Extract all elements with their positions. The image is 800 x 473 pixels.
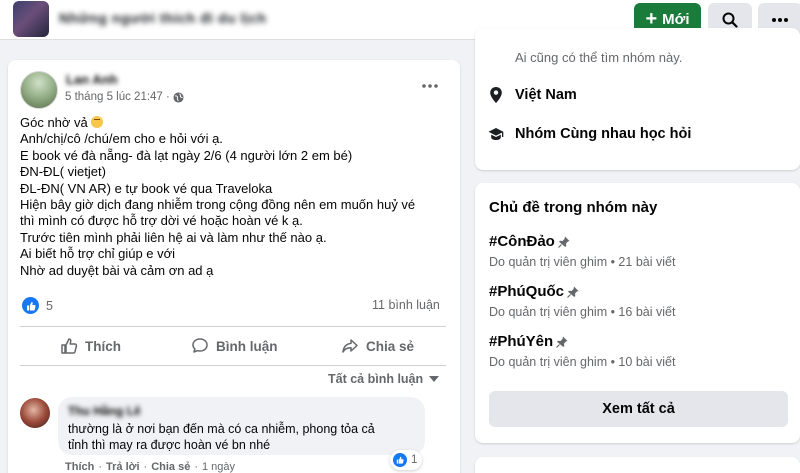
like-reaction-icon (393, 453, 407, 467)
graduation-cap-icon (488, 128, 504, 140)
post-line: Nhờ ad duyệt bài và cảm ơn ad ạ (20, 262, 214, 278)
group-topics-card: Chủ đề trong nhóm này #CônĐảo Do quản tr… (475, 183, 800, 443)
topic-meta: Do quản trị viên ghim • 21 bài viết (489, 255, 676, 269)
post-line: Anh/chị/cô /chú/em cho e hỏi với ạ. (20, 131, 223, 147)
reaction-summary[interactable]: 5 (22, 297, 53, 314)
topic-meta: Do quản trị viên ghim • 16 bài viết (489, 305, 676, 319)
pin-icon (557, 236, 570, 248)
topic-tag[interactable]: #PhúYên (489, 333, 675, 350)
post-line: Hiện bây giờ dịch đang nhiễm trong cộng … (20, 197, 416, 213)
comment-bubble: Thu Hằng Lê thường là ở nơi bạn đến mà c… (58, 397, 425, 455)
category-text: Nhóm Cùng nhau học hỏi (515, 126, 692, 142)
pin-icon (567, 286, 579, 298)
thumbs-up-icon (61, 338, 78, 354)
group-name[interactable]: Những người thích đi du lịch (59, 10, 267, 26)
topic-tag-label: #PhúQuốc (489, 283, 565, 300)
comment-age[interactable]: 1 ngày (202, 461, 235, 473)
divider (20, 365, 446, 366)
post-timestamp[interactable]: 5 tháng 5 lúc 21:47 · (65, 91, 184, 103)
share-arrow-icon (342, 339, 358, 353)
plus-icon: + (645, 7, 658, 30)
post-line: Góc nhờ vả (20, 115, 452, 131)
topic-tag[interactable]: #CônĐảo (489, 233, 675, 250)
comment-reaction-summary[interactable]: 1 (390, 450, 423, 470)
share-button-label: Chia sẻ (366, 338, 415, 354)
share-button[interactable]: Chia sẻ (341, 335, 414, 357)
pleading-face-emoji (91, 116, 104, 128)
comment-share-link[interactable]: Chia sẻ (151, 461, 190, 473)
like-button-label: Thích (85, 338, 121, 354)
like-reaction-icon (22, 297, 39, 314)
location-text: Việt Nam (515, 87, 577, 103)
post-body: Góc nhờ vả Anh/chị/cô /chú/em cho e hỏi … (20, 115, 452, 279)
commenter-name[interactable]: Thu Hằng Lê (68, 404, 415, 418)
reaction-count: 5 (46, 298, 53, 313)
topics-heading: Chủ đề trong nhóm này (489, 199, 658, 216)
commenter-avatar[interactable] (20, 398, 50, 428)
globe-icon (173, 91, 184, 103)
comment-button[interactable]: Bình luận (191, 335, 278, 357)
author-avatar[interactable] (20, 71, 58, 109)
comment-count-link[interactable]: 11 bình luận (372, 298, 440, 312)
comment-sort-label: Tất cả bình luận (328, 372, 424, 386)
divider (20, 326, 446, 327)
comment-like-count: 1 (411, 454, 418, 466)
post-line: ĐN-ĐL( vietjet) (20, 164, 106, 180)
group-about-card: Ai cũng có thể tìm nhóm này. Việt Nam Nh… (475, 28, 800, 170)
post-line: E book vé đà nẵng- đà lạt ngày 2/6 (4 ng… (20, 147, 353, 163)
topic-tag-label: #PhúYên (489, 333, 554, 350)
comment-text: thường là ở nơi bạn đến mà có ca nhiễm, … (68, 421, 415, 453)
separator-dot: · (98, 461, 103, 473)
topic-item[interactable]: #PhúYên Do quản trị viên ghim • 10 bài v… (489, 333, 675, 369)
location-row: Việt Nam (488, 86, 577, 104)
more-icon (772, 17, 788, 22)
category-row: Nhóm Cùng nhau học hỏi (488, 126, 691, 142)
post-line: thì mình có được hỗ trợ dời vé hoặc hoàn… (20, 213, 303, 229)
comment-line: thường là ở nơi bạn đến mà có ca nhiễm, … (68, 422, 375, 436)
search-icon (722, 12, 738, 28)
location-pin-icon (490, 87, 502, 103)
see-all-topics-button[interactable]: Xem tất cả (489, 391, 788, 427)
pin-icon (556, 336, 568, 348)
visibility-description: Ai cũng có thể tìm nhóm này. (515, 50, 683, 65)
separator-dot: · (194, 461, 198, 473)
post-author-name[interactable]: Lan Anh (66, 72, 118, 87)
post-line: Trước tiên mình phải liên hệ ai và làm n… (20, 229, 327, 245)
comment-actions: Thích · Trả lời · Chia sẻ · 1 ngày (65, 461, 235, 473)
separator-dot: · (143, 461, 148, 473)
comment-like-link[interactable]: Thích (65, 461, 94, 473)
post-card: Lan Anh 5 tháng 5 lúc 21:47 · Góc nhờ vả… (8, 60, 460, 473)
post-line: ĐL-ĐN( VN AR) e tự book vé qua Traveloka (20, 180, 273, 196)
more-icon (422, 84, 438, 88)
chevron-down-icon (429, 376, 440, 382)
comment-line: tỉnh thì may ra được hoàn vé bn nhé (68, 438, 271, 452)
topic-meta: Do quản trị viên ghim • 10 bài viết (489, 355, 676, 369)
new-post-button-label: Mới (662, 11, 690, 28)
post-line: Ai biết hỗ trợ chỉ giúp e với (20, 246, 176, 262)
topic-tag-label: #CônĐảo (489, 233, 555, 250)
topic-item[interactable]: #CônĐảo Do quản trị viên ghim • 21 bài v… (489, 233, 675, 269)
topic-tag[interactable]: #PhúQuốc (489, 283, 675, 300)
comment-sort-dropdown[interactable]: Tất cả bình luận (328, 372, 440, 386)
like-button[interactable]: Thích (60, 335, 121, 357)
group-avatar[interactable] (13, 1, 49, 37)
comment-button-label: Bình luận (216, 338, 278, 354)
next-sidebar-card (475, 457, 800, 473)
comment-reply-link[interactable]: Trả lời (106, 461, 140, 473)
post-options-button[interactable] (418, 76, 442, 96)
topic-item[interactable]: #PhúQuốc Do quản trị viên ghim • 16 bài … (489, 283, 675, 319)
post-time-text: 5 tháng 5 lúc 21:47 · (65, 91, 170, 103)
speech-bubble-icon (192, 338, 208, 353)
